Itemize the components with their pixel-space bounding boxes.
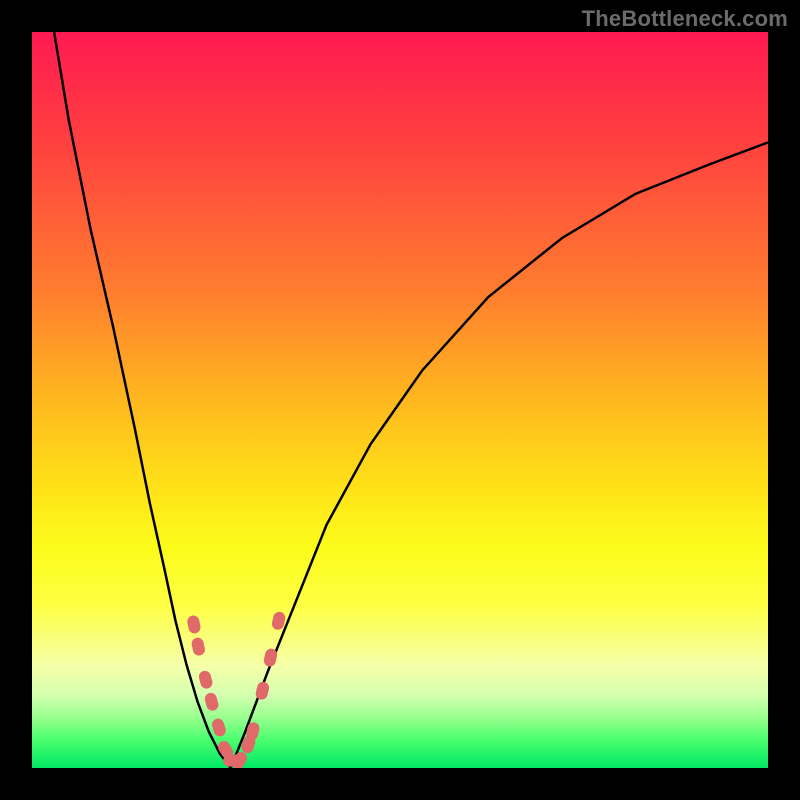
- curve-left: [54, 32, 231, 768]
- watermark-text: TheBottleneck.com: [582, 6, 788, 32]
- marker-point: [203, 692, 219, 713]
- chart-plot-area: [32, 32, 768, 768]
- marker-point: [198, 669, 214, 689]
- markers-group: [186, 611, 286, 768]
- marker-point: [190, 637, 206, 657]
- marker-point: [211, 717, 228, 738]
- chart-svg: [32, 32, 768, 768]
- curve-right: [231, 142, 768, 768]
- marker-point: [186, 614, 201, 634]
